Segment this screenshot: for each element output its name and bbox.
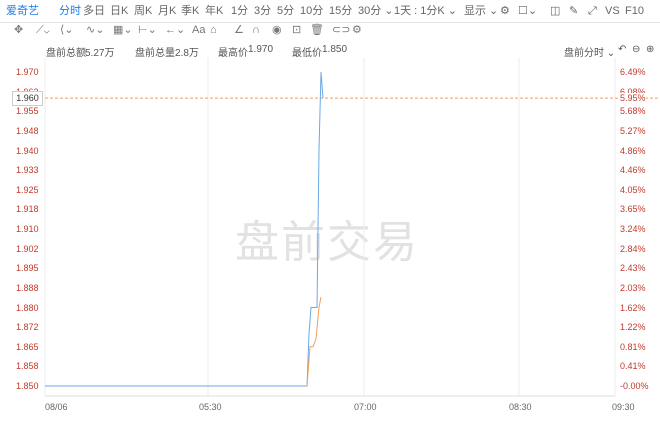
y-tick-right: 3.65% [620, 204, 646, 215]
y-tick-left: 1.895 [16, 263, 39, 274]
price-line [45, 71, 324, 387]
y-tick-left: 1.850 [16, 381, 39, 391]
x-tick-label: 05:30 [199, 402, 222, 412]
y-tick-left: 1.948 [16, 125, 39, 136]
y-tick-right: 0.81% [620, 341, 646, 352]
y-tick-right: 4.05% [620, 184, 646, 195]
y-tick-left: 1.880 [16, 302, 39, 313]
y-tick-right: 5.27% [620, 125, 646, 136]
y-tick-right: 1.22% [620, 322, 646, 333]
y-tick-left: 1.955 [16, 106, 39, 117]
current-price-tag: 1.960 [12, 91, 43, 107]
y-tick-right: 0.41% [620, 361, 646, 372]
y-tick-left: 1.940 [16, 145, 39, 156]
y-tick-left: 1.872 [16, 322, 39, 333]
x-tick-label: 08/06 [45, 402, 68, 412]
y-tick-left: 1.910 [16, 224, 39, 234]
price-chart[interactable] [0, 0, 660, 422]
y-tick-left: 1.933 [16, 165, 39, 176]
y-tick-right: 2.43% [620, 263, 646, 274]
y-tick-left: 1.918 [16, 204, 39, 215]
y-tick-right: 5.68% [620, 106, 646, 117]
x-tick-label: 09:30 [612, 402, 635, 412]
y-tick-right: 2.84% [620, 243, 646, 254]
x-tick-label: 07:00 [354, 402, 377, 412]
y-tick-right: -0.00% [620, 381, 649, 391]
y-tick-right: 3.24% [620, 224, 646, 234]
y-tick-left: 1.858 [16, 361, 39, 372]
y-tick-right: 4.86% [620, 145, 646, 156]
y-tick-left: 1.865 [16, 341, 39, 352]
y-tick-left: 1.888 [16, 282, 39, 293]
y-tick-right: 2.03% [620, 282, 646, 293]
y-tick-left: 1.902 [16, 243, 39, 254]
current-pct-tag: 5.95% [620, 93, 646, 104]
y-tick-left: 1.970 [16, 67, 39, 77]
y-tick-right: 6.49% [620, 67, 646, 77]
y-tick-left: 1.925 [16, 184, 39, 195]
x-tick-label: 08:30 [509, 402, 532, 412]
y-tick-right: 4.46% [620, 165, 646, 176]
y-tick-right: 1.62% [620, 302, 646, 313]
